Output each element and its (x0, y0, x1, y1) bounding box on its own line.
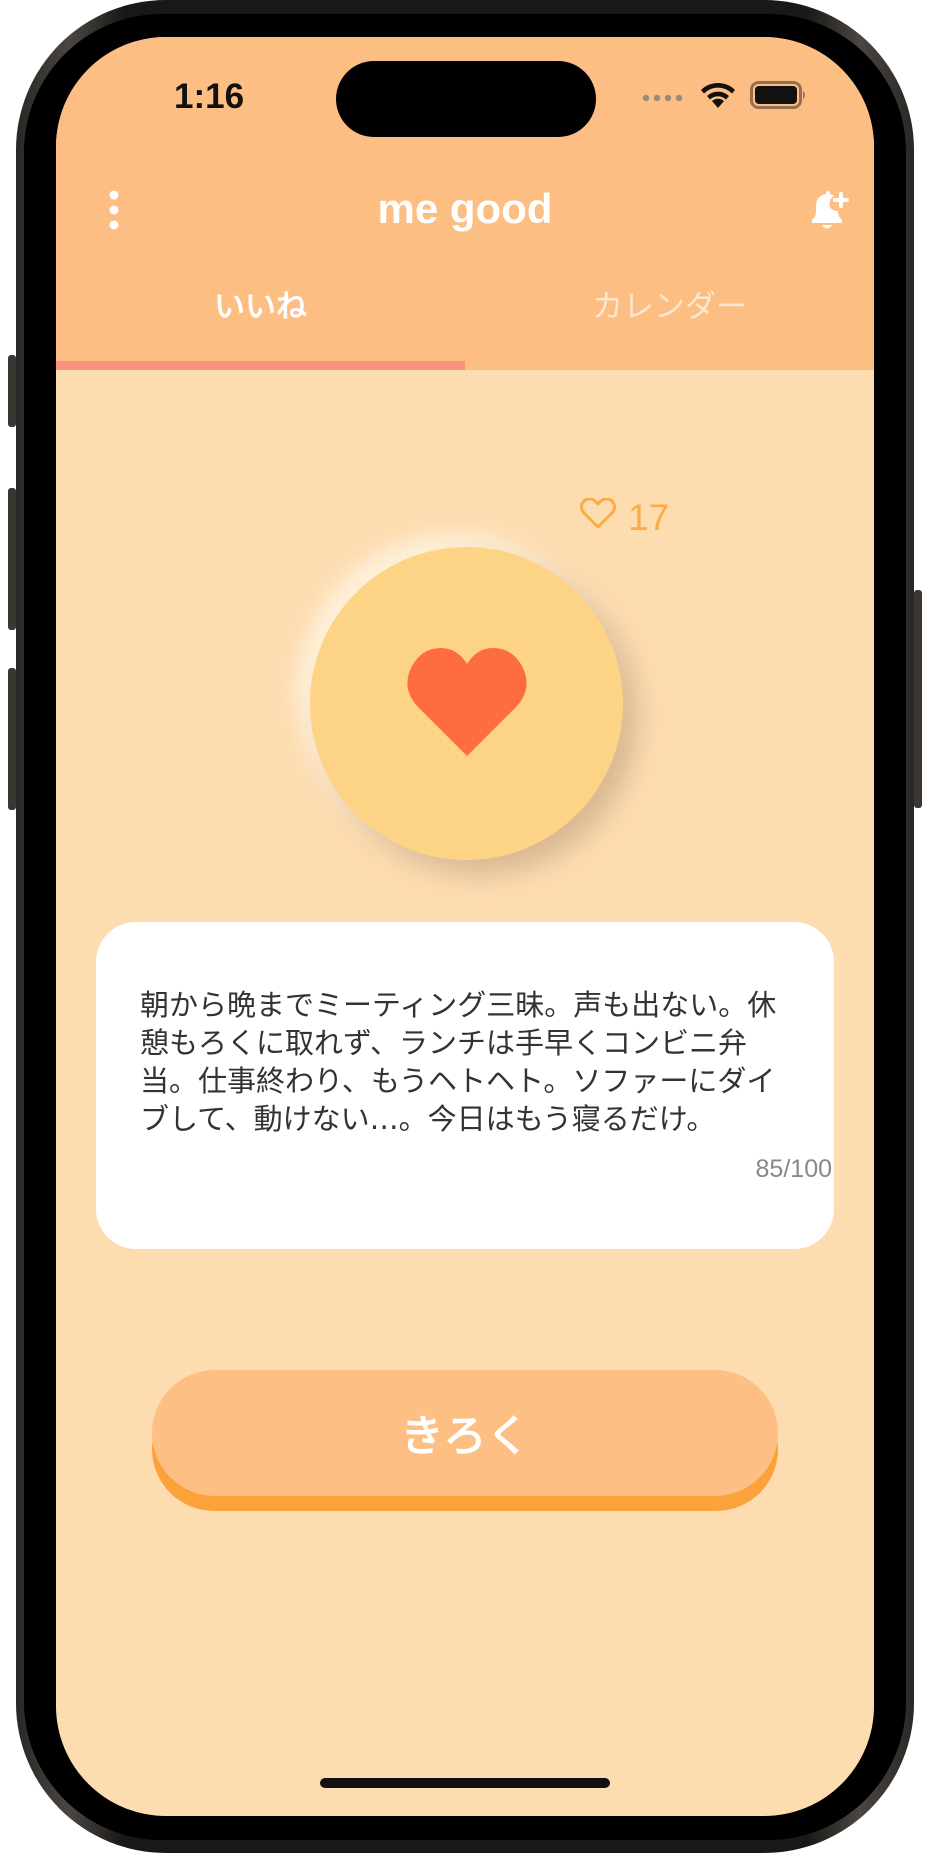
tab-calendar[interactable]: カレンダー (465, 292, 874, 323)
add-notification-button[interactable] (804, 187, 856, 239)
record-button[interactable]: きろく (152, 1370, 778, 1496)
like-count-value: 17 (628, 497, 670, 538)
active-tab-indicator (56, 361, 465, 370)
action-button (8, 355, 16, 427)
app-screen: 1:16 me good いいね カレンダー 17 朝から晩までミーティング三昧… (56, 37, 874, 1816)
wifi-icon (698, 80, 738, 114)
dynamic-island (336, 61, 596, 137)
status-time: 1:16 (174, 77, 245, 116)
bell-plus-icon (804, 191, 852, 239)
heart-icon (405, 646, 529, 762)
power-button (914, 590, 922, 808)
tab-iine[interactable]: いいね (56, 292, 465, 323)
character-counter: 85/100 (755, 1155, 832, 1183)
home-indicator[interactable] (320, 1778, 610, 1788)
note-card[interactable]: 朝から晩までミーティング三昧。声も出ない。休 憩もろくに取れず、ランチは手早くコ… (96, 922, 834, 1249)
like-count: 17 (579, 497, 670, 539)
cellular-dots-icon (642, 88, 686, 107)
volume-down-button (8, 668, 16, 810)
app-title: me good (377, 185, 553, 232)
volume-up-button (8, 488, 16, 630)
like-button[interactable] (310, 547, 623, 860)
note-text[interactable]: 朝から晩までミーティング三昧。声も出ない。休 憩もろくに取れず、ランチは手早くコ… (140, 986, 820, 1138)
status-icons (642, 79, 808, 115)
heart-outline-icon (579, 497, 617, 539)
app-header: 1:16 me good いいね カレンダー (56, 37, 874, 370)
battery-icon (750, 81, 808, 113)
